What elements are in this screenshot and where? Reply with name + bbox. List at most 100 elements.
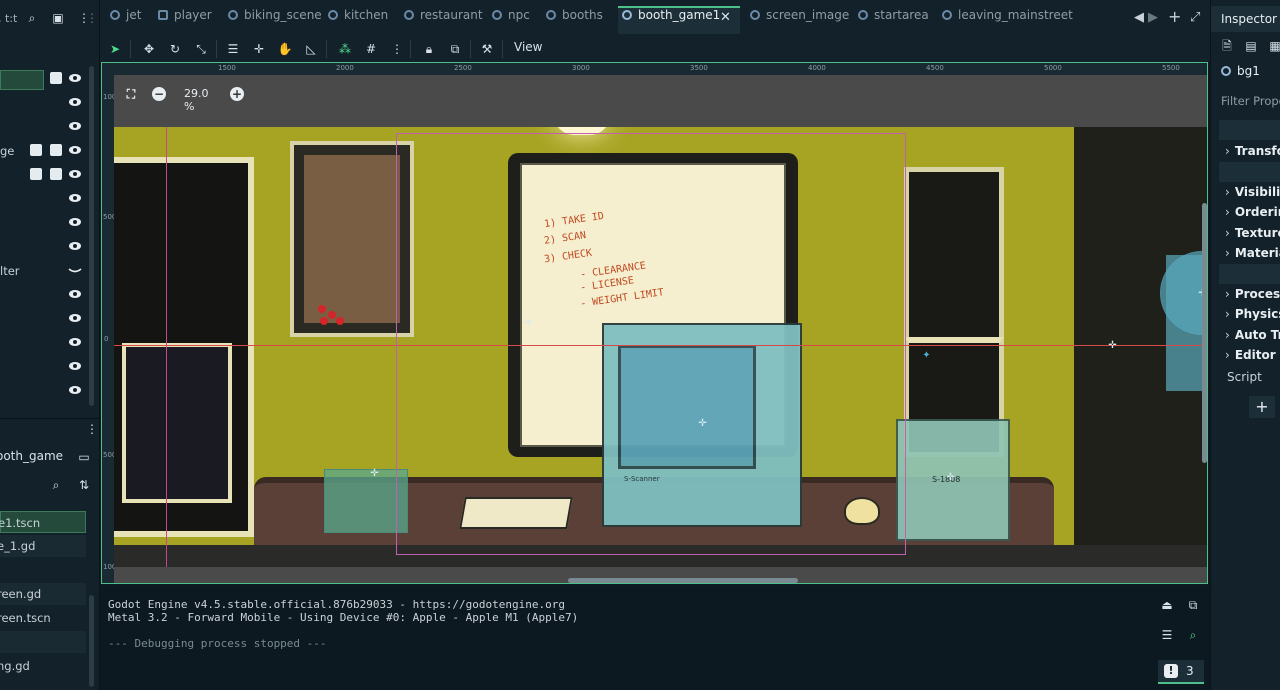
file-item[interactable]: e_1.gd — [0, 535, 86, 557]
sort-icon[interactable]: ⇅ — [76, 477, 92, 493]
add-script-button[interactable]: + — [1249, 396, 1275, 418]
visibility-eye-icon[interactable] — [68, 335, 82, 349]
scale-icon[interactable]: ⤡ — [192, 40, 210, 58]
ruler-horizontal[interactable]: 1500 2000 2500 3000 3500 4000 4500 5000 … — [102, 63, 1207, 75]
section-visibility[interactable]: Visibility — [1225, 185, 1280, 199]
scroll-tabs-right-icon[interactable]: ▶ — [1148, 10, 1158, 25]
tab-jet[interactable]: jet — [110, 8, 141, 30]
filesystem-scrollbar[interactable] — [89, 595, 94, 687]
ruler-icon[interactable]: ◺ — [302, 40, 320, 58]
tree-item[interactable] — [0, 332, 90, 354]
scene-filter-text[interactable]: , t:t — [0, 12, 17, 25]
tab-kitchen[interactable]: kitchen — [328, 8, 388, 30]
section-auto-translate[interactable]: Auto Tra — [1225, 328, 1280, 342]
clapper-icon[interactable] — [30, 144, 42, 156]
list-select-icon[interactable]: ☰ — [224, 40, 242, 58]
tab-restaurant[interactable]: restaurant — [404, 8, 483, 30]
distraction-free-icon[interactable]: ⤢ — [1190, 10, 1200, 25]
tab-npc[interactable]: npc — [492, 8, 530, 30]
tab-booths[interactable]: booths — [546, 8, 603, 30]
visibility-eye-icon[interactable] — [68, 95, 82, 109]
section-physics[interactable]: Physics I — [1225, 307, 1280, 321]
tree-item[interactable] — [0, 356, 90, 378]
scroll-tabs-left-icon[interactable]: ◀ — [1134, 10, 1144, 25]
new-resource-icon[interactable]: 🗎︎ — [1219, 38, 1235, 54]
file-item[interactable]: e1.tscn — [0, 511, 86, 533]
file-item[interactable]: reen.tscn — [0, 607, 86, 629]
tree-item[interactable] — [0, 284, 90, 306]
tab-player[interactable]: player — [158, 8, 212, 30]
visibility-eye-icon[interactable] — [68, 167, 82, 181]
inspector-node-path[interactable]: bg1 — [1221, 64, 1260, 78]
smart-snap-icon[interactable]: ⁂ — [336, 40, 354, 58]
visibility-hidden-icon[interactable] — [68, 263, 82, 277]
script-icon[interactable] — [50, 168, 62, 180]
node-pivot-icon[interactable]: ✛ — [698, 419, 707, 429]
copy-output-icon[interactable]: ⧉ — [1184, 596, 1202, 614]
tree-item[interactable] — [0, 92, 90, 114]
center-view-icon[interactable]: ⛶ — [124, 87, 138, 101]
file-item[interactable]: reen.gd — [0, 583, 86, 605]
section-transform[interactable]: Transfor — [1225, 144, 1280, 158]
filter-properties-input[interactable]: Filter Prope — [1221, 94, 1280, 108]
tab-leaving-mainstreet[interactable]: leaving_mainstreet — [942, 8, 1073, 30]
tree-item[interactable]: lter — [0, 260, 90, 282]
pivot-icon[interactable]: ✛ — [250, 40, 268, 58]
viewport-scrollbar-horizontal[interactable] — [568, 578, 798, 583]
more-icon[interactable]: ⋮ — [388, 40, 406, 58]
move-icon[interactable]: ✥ — [140, 40, 158, 58]
zoom-out-icon[interactable]: − — [152, 87, 166, 101]
visibility-eye-icon[interactable] — [68, 191, 82, 205]
filter-output-icon[interactable]: ☰ — [1158, 626, 1176, 644]
group-icon[interactable]: ⧉ — [446, 40, 464, 58]
drag-handle-icon[interactable]: ⋮ — [84, 10, 100, 26]
save-resource-icon[interactable]: ▦ — [1267, 38, 1280, 54]
visibility-eye-icon[interactable] — [68, 287, 82, 301]
zoom-level[interactable]: 29.0 % — [184, 87, 209, 113]
bone-icon[interactable]: ⚒ — [478, 40, 496, 58]
tree-item[interactable] — [0, 212, 90, 234]
file-item[interactable] — [0, 631, 86, 653]
tab-booth-game1[interactable]: booth_game1 — [622, 8, 720, 30]
grid-snap-icon[interactable]: # — [362, 40, 380, 58]
node-pivot-icon[interactable]: ✛ — [946, 473, 955, 483]
section-ordering[interactable]: Ordering — [1225, 205, 1280, 219]
tree-item[interactable] — [0, 68, 90, 90]
zoom-in-icon[interactable]: + — [230, 87, 244, 101]
tree-item[interactable] — [0, 164, 90, 186]
section-texture[interactable]: Texture — [1225, 226, 1280, 240]
tab-startarea[interactable]: startarea — [858, 8, 929, 30]
visibility-eye-icon[interactable] — [68, 311, 82, 325]
more-options-icon[interactable]: ⋮ — [84, 421, 100, 437]
search-icon[interactable]: ⌕ — [1184, 626, 1202, 644]
viewport-scrollbar-vertical[interactable] — [1202, 203, 1207, 463]
file-item[interactable]: ng.gd — [0, 655, 86, 677]
rotate-icon[interactable]: ↻ — [166, 40, 184, 58]
clear-output-icon[interactable]: ⏏ — [1158, 596, 1176, 614]
visibility-eye-icon[interactable] — [68, 143, 82, 157]
view-menu[interactable]: View — [514, 40, 542, 54]
tree-item[interactable] — [0, 116, 90, 138]
node-pivot-icon[interactable]: ✦ — [922, 351, 931, 361]
clapper-icon[interactable] — [30, 168, 42, 180]
script-icon[interactable] — [50, 72, 62, 84]
error-count-badge[interactable]: ! 3 — [1158, 660, 1204, 684]
select-icon[interactable]: ➤ — [106, 40, 124, 58]
node-pivot-icon[interactable]: ✛ — [370, 469, 379, 479]
section-editor-description[interactable]: Editor De — [1225, 348, 1280, 362]
tree-item[interactable] — [0, 236, 90, 258]
visibility-eye-icon[interactable] — [68, 71, 82, 85]
lock-icon[interactable]: 🔒︎ — [420, 40, 438, 58]
inspector-title[interactable]: Inspector — [1221, 12, 1277, 26]
visibility-eye-icon[interactable] — [68, 239, 82, 253]
node-pivot-icon[interactable]: ✛ — [1108, 341, 1117, 351]
script-icon[interactable] — [50, 144, 62, 156]
node-pivot-icon[interactable]: ✛ — [524, 319, 533, 329]
scene-tree-scrollbar[interactable] — [89, 66, 94, 406]
script-filter-icon[interactable]: ▣ — [50, 10, 66, 26]
tree-item[interactable] — [0, 308, 90, 330]
visibility-eye-icon[interactable] — [68, 119, 82, 133]
canvas-area[interactable]: ⛶ − 29.0 % + 1) TAKE ID 2) SCAN 3) CHECK… — [114, 75, 1207, 583]
tree-item[interactable] — [0, 380, 90, 402]
visibility-eye-icon[interactable] — [68, 383, 82, 397]
